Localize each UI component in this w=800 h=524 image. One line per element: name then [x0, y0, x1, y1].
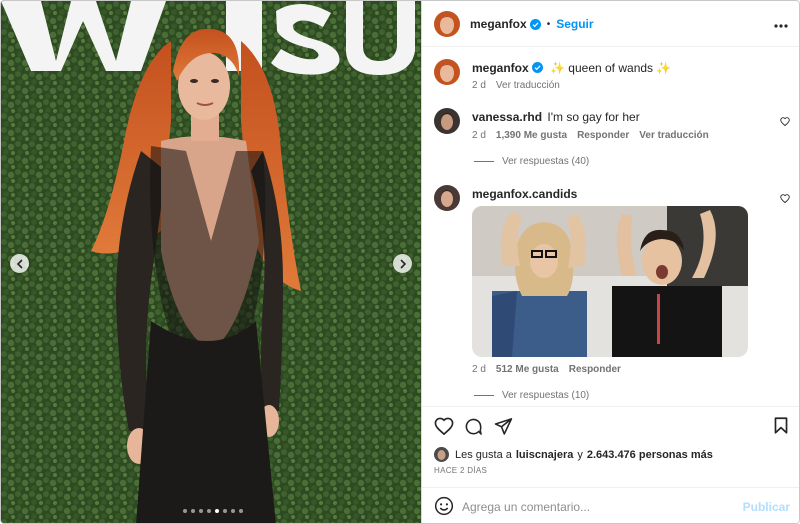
comment-gif[interactable] [472, 206, 748, 357]
comment-like-button[interactable] [780, 192, 790, 206]
caption: meganfox ✨ queen of wands ✨ [472, 60, 671, 76]
comment-2: meganfox.candids [472, 186, 577, 202]
more-options-icon [774, 24, 788, 28]
comment-username[interactable]: meganfox.candids [472, 187, 577, 201]
view-replies-button[interactable]: Ver respuestas (10) [474, 390, 589, 401]
comment-like-button[interactable] [780, 115, 790, 129]
comment-1: vanessa.rhd I'm so gay for her [472, 109, 640, 125]
replies-divider [474, 395, 494, 396]
comment-icon [465, 418, 482, 435]
carousel-dot [191, 509, 195, 513]
post-timestamp: HACE 2 DÍAS [434, 466, 488, 475]
chevron-left-icon [16, 258, 23, 269]
caption-username[interactable]: meganfox [472, 61, 529, 75]
emoji-icon [434, 496, 454, 516]
comment-2-meta: 2 d 512 Me gusta Responder [472, 364, 621, 375]
comment-likes[interactable]: 1,390 Me gusta [496, 130, 567, 141]
previous-photo-button[interactable] [10, 254, 29, 273]
carousel-dot [183, 509, 187, 513]
comment-text: I'm so gay for her [547, 110, 640, 124]
post-photo[interactable] [1, 1, 421, 523]
heart-icon [780, 117, 790, 127]
caption-avatar[interactable] [434, 59, 460, 85]
caption-translate-link[interactable]: Ver traducción [496, 80, 560, 91]
carousel-dot [231, 509, 235, 513]
reply-button[interactable]: Responder [577, 130, 629, 141]
bookmark-icon [774, 417, 788, 434]
comment-age: 2 d [472, 130, 486, 141]
likes-prefix: Les gusta a [455, 448, 512, 461]
carousel-dot [239, 509, 243, 513]
verified-badge-icon [529, 18, 541, 30]
replies-divider [474, 161, 494, 162]
likes-count[interactable]: 2.643.476 personas más [587, 449, 713, 461]
gif-illustration [472, 206, 748, 357]
comment-avatar[interactable] [434, 185, 460, 211]
caption-meta: 2 d Ver traducción [472, 80, 560, 91]
share-button[interactable] [494, 417, 513, 438]
likes-connector: y [577, 448, 583, 461]
publish-button[interactable]: Publicar [743, 500, 790, 514]
view-replies-label: Ver respuestas (40) [502, 156, 590, 167]
comment-input[interactable] [462, 497, 732, 517]
view-replies-button[interactable]: Ver respuestas (40) [474, 156, 589, 167]
caption-text: ✨ queen of wands ✨ [550, 61, 672, 75]
follow-button[interactable]: Seguir [556, 17, 593, 31]
post-modal: meganfox • Seguir meganfox ✨ queen of wa… [0, 0, 800, 524]
carousel-indicator [183, 509, 243, 513]
carousel-dot [215, 509, 219, 513]
comment-button[interactable] [464, 417, 483, 439]
view-replies-label: Ver respuestas (10) [502, 390, 590, 401]
post-header: meganfox • Seguir [422, 1, 799, 47]
like-button[interactable] [434, 417, 454, 438]
carousel-dot [223, 509, 227, 513]
author-username[interactable]: meganfox [470, 17, 527, 31]
reply-button[interactable]: Responder [569, 364, 621, 375]
post-details: meganfox • Seguir meganfox ✨ queen of wa… [421, 1, 799, 523]
heart-icon [780, 194, 790, 204]
comment-username[interactable]: vanessa.rhd [472, 110, 542, 124]
liker-username[interactable]: luiscnajera [516, 449, 573, 461]
carousel-dot [199, 509, 203, 513]
save-button[interactable] [774, 417, 788, 437]
author-avatar[interactable] [434, 11, 460, 37]
comment-avatar[interactable] [434, 108, 460, 134]
caption-age: 2 d [472, 80, 486, 91]
comment-1-meta: 2 d 1,390 Me gusta Responder Ver traducc… [472, 130, 709, 141]
comment-composer: Publicar [422, 487, 799, 523]
next-photo-button[interactable] [393, 254, 412, 273]
header-separator: • [546, 18, 551, 30]
likes-summary: Les gusta a luiscnajera y 2.643.476 pers… [434, 447, 713, 462]
translate-link[interactable]: Ver traducción [639, 130, 708, 141]
photo-illustration [1, 1, 421, 523]
heart-icon [434, 417, 454, 436]
verified-badge-icon [531, 62, 543, 73]
action-bar [422, 406, 799, 442]
carousel-dot [207, 509, 211, 513]
more-options-button[interactable] [774, 17, 788, 31]
liker-avatar[interactable] [434, 447, 449, 462]
emoji-button[interactable] [434, 496, 454, 519]
comment-likes[interactable]: 512 Me gusta [496, 364, 559, 375]
share-icon [494, 418, 513, 435]
chevron-right-icon [399, 258, 406, 269]
comment-age: 2 d [472, 364, 486, 375]
